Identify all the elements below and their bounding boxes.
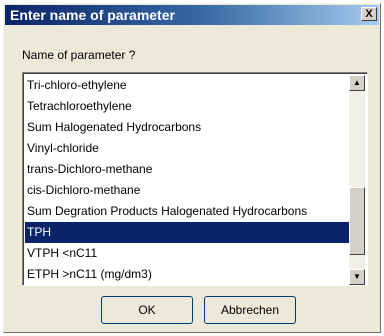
list-item[interactable]: trans-Dichloro-methane: [25, 159, 352, 180]
list-item[interactable]: Tetrachloroethylene: [25, 96, 352, 117]
close-icon: X: [365, 8, 373, 20]
dialog-title: Enter name of parameter: [10, 7, 175, 23]
list-item[interactable]: Vinyl-chloride: [25, 138, 352, 159]
cancel-button[interactable]: Abbrechen: [204, 296, 296, 324]
list-item[interactable]: ETPH >nC11 (mg/dm3): [25, 264, 352, 285]
arrow-up-icon: ▲: [353, 78, 361, 87]
arrow-down-icon: ▼: [353, 272, 361, 281]
scroll-up-button[interactable]: ▲: [349, 75, 365, 91]
list-item[interactable]: cis-Dichloro-methane: [25, 180, 352, 201]
title-bar[interactable]: Enter name of parameter X: [5, 5, 379, 25]
list-item[interactable]: TPH: [25, 222, 352, 243]
parameter-dialog: Enter name of parameter X Name of parame…: [3, 3, 381, 333]
list-item[interactable]: Sum Degration Products Halogenated Hydro…: [25, 201, 352, 222]
close-button[interactable]: X: [361, 7, 377, 21]
scroll-thumb[interactable]: [349, 187, 365, 255]
list-item[interactable]: Sum Halogenated Hydrocarbons: [25, 117, 352, 138]
prompt-label: Name of parameter ?: [22, 48, 136, 62]
list-item[interactable]: VTPH <nC11: [25, 243, 352, 264]
ok-button[interactable]: OK: [101, 296, 193, 324]
scroll-down-button[interactable]: ▼: [349, 269, 365, 285]
list-item[interactable]: Tri-chloro-ethylene: [25, 75, 352, 96]
list-scrollbar[interactable]: ▲ ▼: [349, 75, 365, 285]
parameter-listbox[interactable]: Tri-chloro-ethylene Tetrachloroethylene Su…: [22, 72, 368, 286]
list-items: Tri-chloro-ethylene Tetrachloroethylene Su…: [25, 75, 352, 285]
